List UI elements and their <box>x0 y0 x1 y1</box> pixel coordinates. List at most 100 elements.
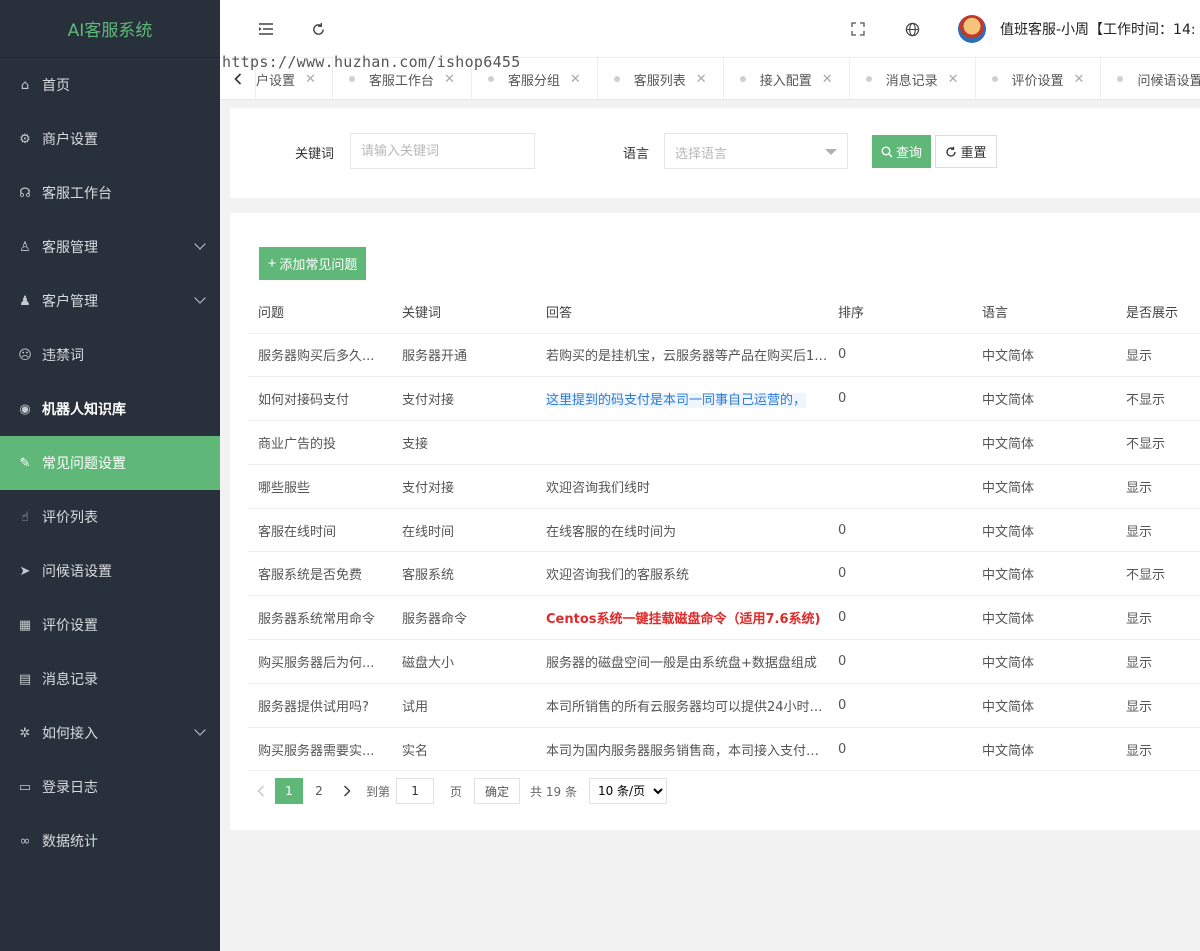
page-size-select[interactable]: 10 条/页 <box>588 778 667 804</box>
close-icon[interactable]: ✕ <box>570 72 581 87</box>
table-row[interactable]: 如何对接码支付 支付对接 这里提到的码支付是本司一同事自己运营的， 0 中文简体 不显示 <box>248 376 1200 422</box>
sidebar-item-13[interactable]: ▭ 登录日志 <box>0 760 220 814</box>
cell-text: 0 <box>838 522 847 538</box>
sidebar-item-10[interactable]: ▦ 评价设置 <box>0 598 220 652</box>
table-row[interactable]: 服务器系统常用命令 服务器命令 Centos系统一键挂载磁盘命令（适用7.6系统) 0… <box>248 595 1200 641</box>
cell-lang: 中文简体 <box>972 683 1116 728</box>
sidebar-item-5[interactable]: ☹ 违禁词 <box>0 328 220 382</box>
language-placeholder: 选择语言 <box>675 147 728 162</box>
cell-text: 不显示 <box>1126 436 1166 452</box>
cell-kw: 在线时间 <box>392 508 536 553</box>
plus-icon: + <box>267 255 277 272</box>
tab-label: 接入配置 <box>759 73 812 89</box>
sidebar-item-label: 客服工作台 <box>42 186 112 202</box>
cell-show: 不显示 <box>1116 551 1200 597</box>
sidebar-item-6[interactable]: ◉ 机器人知识库 <box>0 382 220 436</box>
close-icon[interactable]: ✕ <box>822 72 833 87</box>
column-header: 关键词 <box>392 290 536 334</box>
headset-icon: ☊ <box>19 185 31 201</box>
refresh-icon[interactable] <box>308 19 328 39</box>
tab-prev-button[interactable] <box>220 58 256 99</box>
cell-text: 0 <box>838 697 847 713</box>
sidebar-item-9[interactable]: ➤ 问候语设置 <box>0 544 220 598</box>
globe-icon[interactable] <box>902 19 922 39</box>
cell-q: 客服在线时间 <box>248 508 392 553</box>
cell-show: 显示 <box>1116 464 1200 509</box>
tab-label: 问候语设置 <box>1137 73 1200 89</box>
sidebar-item-4[interactable]: ♟ 客户管理 <box>0 274 220 328</box>
table-row[interactable]: 商业广告的投 支接 中文简体 不显示 <box>248 420 1200 465</box>
search-icon <box>881 146 893 157</box>
tab-1[interactable]: 客服工作台 ✕ <box>333 58 472 99</box>
tab-3[interactable]: 客服列表 ✕ <box>598 58 724 99</box>
keyword-input[interactable] <box>350 133 535 169</box>
cell-text: 支接 <box>402 436 429 452</box>
table-row[interactable]: 购买服务器后为何... 磁盘大小 服务器的磁盘空间一般是由系统盘+数据盘组成 0 中文简… <box>248 639 1200 684</box>
add-faq-button[interactable]: + 添加常见问题 <box>259 247 366 280</box>
cell-a: 在线客服的在线时间为 <box>536 508 828 553</box>
log-icon: ▭ <box>18 779 32 795</box>
tab-2[interactable]: 客服分组 ✕ <box>472 58 598 99</box>
sidebar-item-2[interactable]: ☊ 客服工作台 <box>0 166 220 220</box>
sidebar-item-7[interactable]: ✎ 常见问题设置 <box>0 436 220 490</box>
table-row[interactable]: 客服在线时间 在线时间 在线客服的在线时间为 0 中文简体 显示 <box>248 508 1200 553</box>
cell-q: 购买服务器后为何... <box>248 639 392 684</box>
sidebar-item-label: 常见问题设置 <box>42 456 126 472</box>
user-name[interactable]: 值班客服-小周【工作时间：14: <box>1000 19 1196 39</box>
sidebar-item-1[interactable]: ⚙ 商户设置 <box>0 112 220 166</box>
sidebar-item-12[interactable]: ✲ 如何接入 <box>0 706 220 760</box>
reset-button[interactable]: 重置 <box>935 135 997 168</box>
goto-page-input[interactable] <box>396 778 435 804</box>
cell-text: 本司为国内服务器服务销售商，本司接入支付宝芝 <box>546 743 828 759</box>
tab-5[interactable]: 消息记录 ✕ <box>850 58 976 99</box>
cell-kw: 服务器命令 <box>392 595 536 641</box>
settings-icon: ✲ <box>19 725 31 741</box>
sidebar-item-8[interactable]: ☝ 评价列表 <box>0 490 220 544</box>
page-number-1[interactable]: 1 <box>275 778 303 804</box>
cell-text: 试用 <box>402 699 429 715</box>
cell-text: 如何对接码支付 <box>258 393 350 409</box>
sidebar-item-3[interactable]: ♙ 客服管理 <box>0 220 220 274</box>
sidebar-item-0[interactable]: ⌂ 首页 <box>0 58 220 112</box>
close-icon[interactable]: ✕ <box>1074 72 1085 87</box>
tab-4[interactable]: 接入配置 ✕ <box>724 58 850 99</box>
language-select[interactable]: 选择语言 <box>664 133 848 169</box>
tab-label: 消息记录 <box>885 73 938 89</box>
cell-text: 0 <box>838 566 847 582</box>
cell-text: 客服系统是否免费 <box>258 568 363 584</box>
table-row[interactable]: 哪些服些 支付对接 欢迎咨询我们线时 中文简体 显示 <box>248 464 1200 509</box>
avatar[interactable] <box>958 15 986 43</box>
cell-lang: 中文简体 <box>972 464 1116 509</box>
page-number-2[interactable]: 2 <box>305 778 333 804</box>
home-icon: ⌂ <box>20 77 30 93</box>
top-header: 值班客服-小周【工作时间：14: <box>220 0 1200 58</box>
tab-6[interactable]: 评价设置 ✕ <box>976 58 1102 99</box>
prev-page-button[interactable] <box>248 778 274 804</box>
table-row[interactable]: 服务器提供试用吗? 试用 本司所销售的所有云服务器均可以提供24小时免费 0 中文简体 显… <box>248 683 1200 728</box>
cell-text: 在线时间 <box>402 524 455 540</box>
cell-text: 支付对接 <box>402 480 455 496</box>
table-body: 服务器购买后多久... 服务器开通 若购买的是挂机宝，云服务器等产品在购买后1-5分… <box>248 333 1200 772</box>
table-row[interactable]: 服务器购买后多久... 服务器开通 若购买的是挂机宝，云服务器等产品在购买后1-5分… <box>248 333 1200 378</box>
cell-lang: 中文简体 <box>972 333 1116 378</box>
next-page-button[interactable] <box>334 778 360 804</box>
tab-0[interactable]: 户设置 ✕ <box>256 58 333 99</box>
fullscreen-icon[interactable] <box>848 19 868 39</box>
close-icon[interactable]: ✕ <box>444 72 455 87</box>
menu-toggle-icon[interactable] <box>256 19 276 39</box>
table-row[interactable]: 购买服务器需要实... 实名 本司为国内服务器服务销售商，本司接入支付宝芝 0 中文简体… <box>248 727 1200 772</box>
sidebar-item-14[interactable]: ∞ 数据统计 <box>0 814 220 868</box>
cell-text: 中文简体 <box>982 436 1035 452</box>
sidebar-item-11[interactable]: ▤ 消息记录 <box>0 652 220 706</box>
close-icon[interactable]: ✕ <box>696 72 707 87</box>
query-button[interactable]: 查询 <box>872 135 931 168</box>
close-icon[interactable]: ✕ <box>305 72 316 87</box>
cell-text: 中文简体 <box>982 480 1035 496</box>
tab-7[interactable]: 问候语设置✕ <box>1101 58 1200 99</box>
tab-dot-icon <box>1117 76 1124 82</box>
table-row[interactable]: 客服系统是否免费 客服系统 欢迎咨询我们的客服系统 0 中文简体 不显示 <box>248 551 1200 597</box>
close-icon[interactable]: ✕ <box>948 72 959 87</box>
cell-text: 客服系统 <box>402 568 455 584</box>
goto-confirm-button[interactable]: 确定 <box>474 778 521 804</box>
cell-text: Centos系统一键挂载磁盘命令（适用7.6系统) <box>546 612 821 628</box>
